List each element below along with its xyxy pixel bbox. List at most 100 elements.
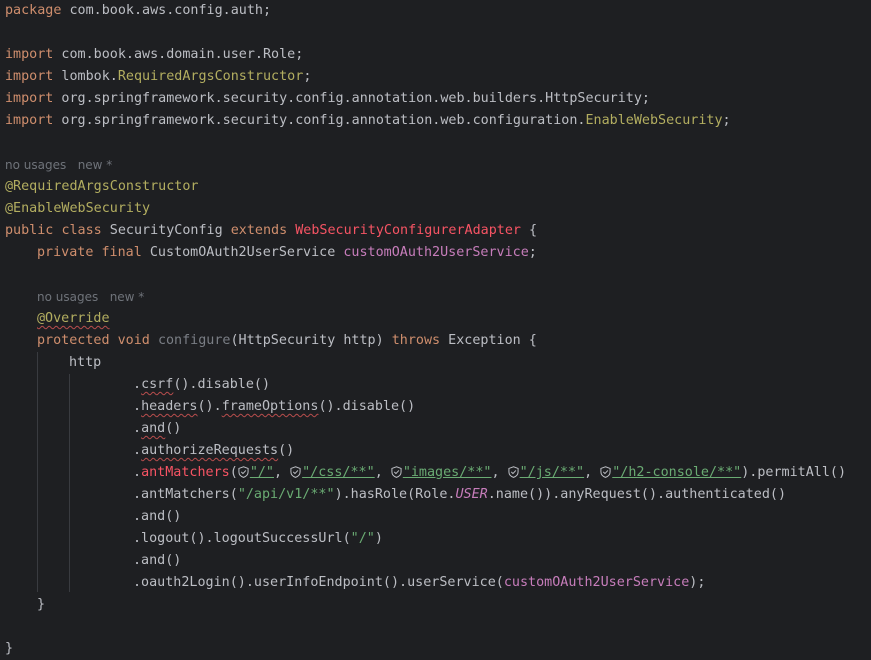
comma: , xyxy=(274,465,291,480)
annotation-class: EnableWebSecurity xyxy=(585,113,723,128)
method-call: .and() xyxy=(133,509,182,524)
paren: ( xyxy=(229,465,238,480)
usages-hint[interactable]: no usages xyxy=(37,290,98,304)
usages-hint[interactable]: no usages xyxy=(5,158,66,172)
author-hint[interactable]: new * xyxy=(110,290,145,304)
indent-guide xyxy=(37,352,38,592)
method-call: authorizeRequests xyxy=(141,443,279,458)
method-call: () xyxy=(278,443,295,458)
string-literal: "/js/**" xyxy=(519,465,585,480)
shield-check-icon[interactable] xyxy=(600,466,611,478)
method-call: ().disable() xyxy=(173,377,271,392)
code-line-11: public class SecurityConfig extends WebS… xyxy=(5,220,537,242)
code-line-6: import org.springframework.security.conf… xyxy=(5,110,731,132)
method-params: (HttpSecurity http) xyxy=(230,333,392,348)
keyword: import xyxy=(5,47,54,62)
code-line-24: .and() xyxy=(133,506,181,528)
shield-check-icon[interactable] xyxy=(508,466,519,478)
keyword: extends xyxy=(230,223,288,238)
inlay-hint-method[interactable]: no usages new * xyxy=(37,286,144,308)
code-line-27: .oauth2Login().userInfoEndpoint().userSe… xyxy=(133,572,705,594)
import-path: com.book.aws.domain.user.Role; xyxy=(53,47,304,62)
variable: http xyxy=(69,355,102,370)
method-call: .name()).anyRequest().authenticated() xyxy=(487,487,787,502)
dot: . xyxy=(133,465,142,480)
keyword: class xyxy=(61,223,102,238)
unresolved-method: antMatchers xyxy=(141,465,230,480)
code-line-5: import org.springframework.security.conf… xyxy=(5,88,650,110)
code-line-28: } xyxy=(37,594,45,616)
code-line-20: .and() xyxy=(133,418,181,440)
method-call: .oauth2Login().userInfoEndpoint().userSe… xyxy=(133,575,504,590)
code-line-3: import com.book.aws.domain.user.Role; xyxy=(5,44,303,66)
code-line-10: @EnableWebSecurity xyxy=(5,198,150,220)
method-call: .logout().logoutSuccessUrl( xyxy=(133,531,351,546)
keyword: void xyxy=(117,333,150,348)
method-call: () xyxy=(165,421,182,436)
brace: { xyxy=(520,223,538,238)
annotation-class: RequiredArgsConstructor xyxy=(117,69,304,84)
code-line-12: private final CustomOAuth2UserService cu… xyxy=(37,242,537,264)
code-editor[interactable]: package com.book.aws.config.auth; import… xyxy=(0,0,871,660)
import-path: org.springframework.security.config.anno… xyxy=(53,113,586,128)
paren: ) xyxy=(374,531,383,546)
comma: , xyxy=(491,465,508,480)
dot: . xyxy=(133,399,142,414)
keyword: protected xyxy=(37,333,110,348)
keyword: public xyxy=(5,223,54,238)
code-line-23: .antMatchers("/api/v1/**").hasRole(Role.… xyxy=(133,484,786,506)
unresolved-class: WebSecurityConfigurerAdapter xyxy=(295,223,521,238)
method-call: csrf xyxy=(141,377,174,392)
dot: . xyxy=(133,377,142,392)
code-line-30: } xyxy=(5,638,13,660)
method-call: frameOptions xyxy=(221,399,319,414)
code-line-9: @RequiredArgsConstructor xyxy=(5,176,198,198)
method-name: configure xyxy=(157,333,231,348)
field-name: customOAuth2UserService xyxy=(343,245,529,260)
code-line-4: import lombok.RequiredArgsConstructor; xyxy=(5,66,311,88)
semicolon: ; xyxy=(303,69,312,84)
indent-guide xyxy=(69,374,70,592)
string-literal: "/api/v1/**" xyxy=(237,487,335,502)
exception-type: Exception { xyxy=(440,333,537,348)
code-line-16: protected void configure(HttpSecurity ht… xyxy=(37,330,537,352)
dot: . xyxy=(133,443,142,458)
author-hint[interactable]: new * xyxy=(78,158,113,172)
keyword: throws xyxy=(391,333,441,348)
semicolon: ; xyxy=(722,113,731,128)
comma: , xyxy=(584,465,601,480)
method-call: headers xyxy=(141,399,198,414)
method-call: ).permitAll() xyxy=(741,465,847,480)
inlay-hint-class[interactable]: no usages new * xyxy=(5,154,112,176)
comma: , xyxy=(374,465,391,480)
brace: } xyxy=(5,641,14,656)
method-call: and xyxy=(141,421,166,436)
method-call: ().disable() xyxy=(318,399,416,414)
code-line-22: .antMatchers( "/", "/css/**", "images/**"… xyxy=(133,462,846,484)
keyword: package xyxy=(5,3,62,18)
field-name: customOAuth2UserService xyxy=(503,575,690,590)
brace: } xyxy=(37,597,46,612)
shield-check-icon[interactable] xyxy=(238,466,249,478)
code-line-15: @Override xyxy=(37,308,110,330)
keyword: private xyxy=(37,245,94,260)
dot: . xyxy=(133,421,142,436)
code-line-19: .headers().frameOptions().disable() xyxy=(133,396,415,418)
method-call: .antMatchers( xyxy=(133,487,238,502)
semicolon: ; xyxy=(528,245,537,260)
string-literal: "/" xyxy=(249,465,274,480)
keyword: final xyxy=(101,245,142,260)
method-call: .and() xyxy=(133,553,182,568)
class-name: SecurityConfig xyxy=(101,223,231,238)
string-literal: "images/**" xyxy=(402,465,492,480)
method-call: (). xyxy=(197,399,222,414)
code-line-17: http xyxy=(69,352,101,374)
keyword: import xyxy=(5,91,54,106)
shield-check-icon[interactable] xyxy=(290,466,301,478)
annotation: @Override xyxy=(37,311,110,326)
shield-check-icon[interactable] xyxy=(391,466,402,478)
code-line-25: .logout().logoutSuccessUrl("/") xyxy=(133,528,383,550)
keyword: import xyxy=(5,113,54,128)
string-literal: "/css/**" xyxy=(302,465,375,480)
annotation: @EnableWebSecurity xyxy=(5,201,151,216)
